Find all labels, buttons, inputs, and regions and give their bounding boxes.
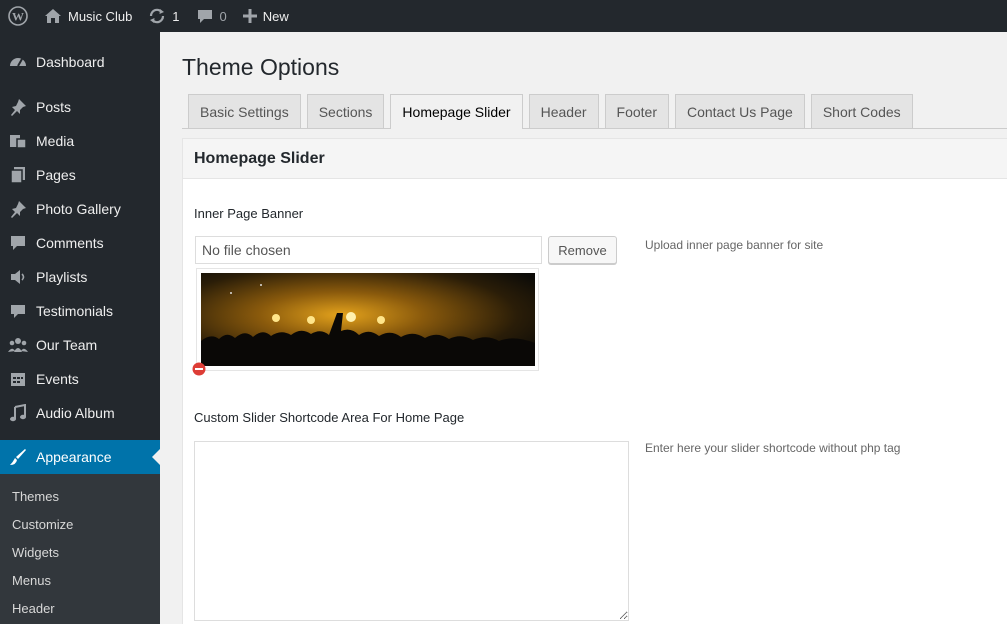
shortcode-field-label: Custom Slider Shortcode Area For Home Pa… — [194, 410, 465, 425]
sidebar-item-pages[interactable]: Pages — [0, 158, 160, 192]
paintbrush-icon — [0, 448, 36, 466]
comment-bubble-icon — [196, 8, 214, 24]
shortcode-field-description: Enter here your slider shortcode without… — [645, 441, 901, 455]
tab-homepage-slider[interactable]: Homepage Slider — [390, 94, 523, 129]
admin-bar: W Music Club 1 0 New — [0, 0, 1007, 32]
quote-icon — [0, 302, 36, 320]
plus-icon — [242, 9, 257, 23]
submenu-item-widgets[interactable]: Widgets — [12, 545, 59, 560]
sidebar-item-testimonials[interactable]: Testimonials — [0, 294, 160, 328]
updates-count: 1 — [172, 8, 180, 24]
site-name-link[interactable]: Music Club — [36, 0, 140, 32]
sidebar-item-label: Comments — [36, 235, 104, 251]
tab-short-codes[interactable]: Short Codes — [810, 94, 913, 128]
sidebar-item-label: Events — [36, 371, 79, 387]
sidebar-item-label: Our Team — [36, 337, 98, 353]
sidebar-item-label: Dashboard — [36, 54, 105, 70]
sidebar-item-label: Playlists — [36, 269, 88, 285]
site-name: Music Club — [68, 8, 133, 24]
banner-file-input[interactable]: No file chosen — [195, 236, 542, 264]
submenu-item-menus[interactable]: Menus — [12, 573, 51, 588]
banner-preview-image — [201, 273, 535, 366]
sidebar-item-label: Photo Gallery — [36, 201, 121, 217]
sidebar-item-label: Testimonials — [36, 303, 114, 319]
options-tabs: Basic Settings Sections Homepage Slider … — [188, 94, 919, 129]
comments-count: 0 — [219, 8, 227, 24]
sidebar-item-label: Appearance — [36, 449, 112, 465]
sidebar-item-dashboard[interactable]: Dashboard — [0, 45, 160, 79]
banner-field-description: Upload inner page banner for site — [645, 238, 824, 252]
calendar-icon — [0, 370, 36, 388]
svg-text:W: W — [12, 10, 24, 24]
wordpress-logo-icon: W — [8, 6, 28, 26]
panel-header: Homepage Slider — [183, 139, 1007, 179]
shortcode-textarea[interactable] — [194, 441, 629, 621]
comments-link[interactable]: 0 — [188, 0, 235, 32]
media-icon — [0, 132, 36, 150]
appearance-submenu: Themes Customize Widgets Menus Header — [0, 474, 160, 624]
tab-footer[interactable]: Footer — [604, 94, 669, 128]
tab-divider — [182, 128, 1007, 129]
tab-basic-settings[interactable]: Basic Settings — [188, 94, 301, 128]
sidebar-item-label: Posts — [36, 99, 72, 115]
remove-image-icon[interactable] — [192, 362, 206, 376]
refresh-icon — [148, 7, 166, 25]
panel-title: Homepage Slider — [194, 150, 325, 167]
groups-icon — [0, 336, 36, 354]
sidebar-item-audio-album[interactable]: Audio Album — [0, 396, 160, 430]
dashboard-icon — [0, 53, 36, 71]
new-content-link[interactable]: New — [235, 0, 297, 32]
sidebar-item-playlists[interactable]: Playlists — [0, 260, 160, 294]
sidebar-item-appearance[interactable]: Appearance — [0, 440, 160, 474]
submenu-item-themes[interactable]: Themes — [12, 489, 59, 504]
sidebar-item-comments[interactable]: Comments — [0, 226, 160, 260]
comment-icon — [0, 234, 36, 252]
updates-link[interactable]: 1 — [140, 0, 187, 32]
sidebar-item-label: Audio Album — [36, 405, 115, 421]
sidebar-item-photo-gallery[interactable]: Photo Gallery — [0, 192, 160, 226]
tab-sections[interactable]: Sections — [306, 94, 385, 128]
pin-icon — [0, 200, 36, 218]
pin-icon — [0, 98, 36, 116]
sidebar-item-label: Pages — [36, 167, 76, 183]
options-panel: Homepage Slider Inner Page Banner No fil… — [182, 138, 1007, 624]
tab-contact-us-page[interactable]: Contact Us Page — [674, 94, 805, 128]
sidebar-item-events[interactable]: Events — [0, 362, 160, 396]
submenu-item-header[interactable]: Header — [12, 601, 55, 616]
wp-logo-menu[interactable]: W — [0, 0, 36, 32]
tab-header[interactable]: Header — [528, 94, 599, 128]
banner-preview — [196, 268, 539, 371]
home-icon — [44, 8, 62, 24]
remove-button[interactable]: Remove — [548, 236, 617, 264]
banner-field-label: Inner Page Banner — [194, 206, 304, 221]
sidebar-item-media[interactable]: Media — [0, 124, 160, 158]
music-note-icon — [0, 404, 36, 422]
sidebar-item-our-team[interactable]: Our Team — [0, 328, 160, 362]
submenu-item-customize[interactable]: Customize — [12, 517, 73, 532]
speaker-icon — [0, 268, 36, 286]
admin-sidebar: Dashboard Posts Media Pages Photo Galler… — [0, 32, 160, 624]
page-title: Theme Options — [182, 54, 340, 80]
sidebar-item-posts[interactable]: Posts — [0, 90, 160, 124]
new-label: New — [262, 8, 289, 24]
pages-icon — [0, 166, 36, 184]
sidebar-item-label: Media — [36, 133, 75, 149]
